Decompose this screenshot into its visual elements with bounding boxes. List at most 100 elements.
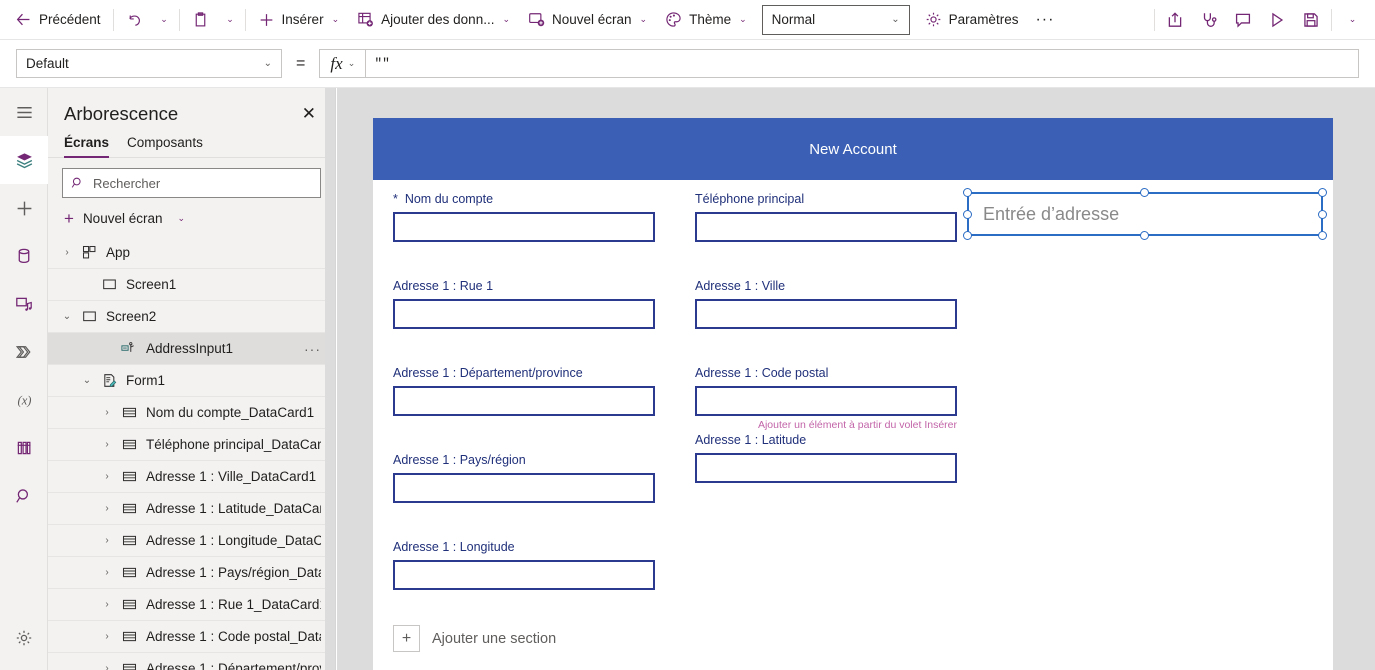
- property-select[interactable]: Default ⌄: [16, 49, 282, 78]
- save-button[interactable]: [1294, 4, 1328, 36]
- panel-right-edge: [325, 88, 335, 670]
- resize-handle-s[interactable]: [1140, 231, 1149, 240]
- paste-button[interactable]: [183, 4, 218, 36]
- tree-item-adresse-1-code-postal-datacard1[interactable]: › Adresse 1 : Code postal_DataCard1: [48, 621, 335, 653]
- chevron-right-icon[interactable]: ›: [96, 631, 118, 642]
- save-dropdown-button[interactable]: ⌄: [1335, 4, 1369, 36]
- chevron-right-icon[interactable]: ›: [96, 503, 118, 514]
- power-automate-icon[interactable]: [0, 328, 48, 376]
- back-button[interactable]: Précédent: [6, 4, 110, 36]
- app-checker-button[interactable]: [1192, 4, 1226, 36]
- chevron-down-icon: ⌄: [502, 14, 510, 24]
- resize-handle-w[interactable]: [963, 210, 972, 219]
- fx-button[interactable]: fx ⌄: [319, 49, 366, 78]
- tab-composants[interactable]: Composants: [127, 135, 203, 157]
- field-input[interactable]: [695, 299, 957, 329]
- insert-button[interactable]: Insérer ⌄: [249, 4, 349, 36]
- resize-handle-se[interactable]: [1318, 231, 1327, 240]
- tree-item-nom-du-compte-datacard1[interactable]: › Nom du compte_DataCard1: [48, 397, 335, 429]
- tree-item-adresse-1-longitude-datacard1[interactable]: › Adresse 1 : Longitude_DataCard1: [48, 525, 335, 557]
- display-mode-select[interactable]: Normal ⌄: [761, 4, 910, 35]
- comments-button[interactable]: [1226, 4, 1260, 36]
- tree-item-adresse-1-pays-r-gion-datacard1[interactable]: › Adresse 1 : Pays/région_DataCard1: [48, 557, 335, 589]
- tree-item-screen1[interactable]: Screen1: [48, 269, 335, 301]
- field-adresse-pays-region[interactable]: Adresse 1 : Pays/région: [393, 453, 655, 503]
- tree-item-adresse-1-rue-1-datacard1[interactable]: › Adresse 1 : Rue 1_DataCard1: [48, 589, 335, 621]
- chevron-right-icon[interactable]: ›: [96, 407, 118, 418]
- chevron-right-icon[interactable]: ›: [96, 535, 118, 546]
- resize-handle-nw[interactable]: [963, 188, 972, 197]
- experimental-tools-icon[interactable]: [0, 424, 48, 472]
- chevron-down-icon: ⌄: [347, 58, 356, 68]
- chevron-right-icon[interactable]: ›: [56, 247, 78, 258]
- tree-item-app[interactable]: › App: [48, 237, 335, 269]
- search-input[interactable]: Rechercher: [62, 168, 321, 198]
- preview-play-button[interactable]: [1260, 4, 1294, 36]
- tree-item-context-menu-button[interactable]: ···: [304, 341, 321, 357]
- insert-icon[interactable]: [0, 184, 48, 232]
- chevron-down-icon[interactable]: ⌄: [76, 375, 98, 386]
- formula-input[interactable]: "": [365, 49, 1359, 78]
- paste-dropdown[interactable]: ⌄: [218, 5, 242, 35]
- settings-button[interactable]: Paramètres: [916, 4, 1028, 36]
- chevron-down-icon[interactable]: ⌄: [56, 311, 78, 322]
- field-nom-du-compte[interactable]: * Nom du compte: [393, 192, 655, 242]
- search-icon[interactable]: [0, 472, 48, 520]
- close-icon[interactable]: ✕: [297, 102, 321, 125]
- tree-view-icon[interactable]: [0, 136, 48, 184]
- tree-item-adresse-1-d-partement-province-d[interactable]: › Adresse 1 : Département/province_D: [48, 653, 335, 670]
- tree-item-label: AddressInput1: [146, 341, 234, 356]
- tree-item-adresse-1-ville-datacard1[interactable]: › Adresse 1 : Ville_DataCard1: [48, 461, 335, 493]
- arrow-left-icon: [15, 11, 32, 28]
- field-input[interactable]: [393, 386, 655, 416]
- chevron-down-icon: ⌄: [331, 14, 340, 24]
- field-input[interactable]: [393, 473, 655, 503]
- new-screen-tree-button[interactable]: + Nouvel écran ⌄: [48, 202, 335, 237]
- field-input[interactable]: [393, 299, 655, 329]
- undo-button[interactable]: [117, 4, 152, 36]
- add-section-button[interactable]: + Ajouter une section: [393, 625, 556, 652]
- theme-button[interactable]: Thème ⌄: [656, 4, 756, 36]
- chevron-right-icon[interactable]: ›: [96, 471, 118, 482]
- field-input[interactable]: [393, 560, 655, 590]
- tree-item-screen2[interactable]: ⌄ Screen2: [48, 301, 335, 333]
- data-icon[interactable]: [0, 232, 48, 280]
- variables-icon[interactable]: (x): [0, 376, 48, 424]
- resize-handle-e[interactable]: [1318, 210, 1327, 219]
- property-select-value: Default: [26, 56, 69, 71]
- tree-item-t-l-phone-principal-datacard1[interactable]: › Téléphone principal_DataCard1: [48, 429, 335, 461]
- new-screen-button[interactable]: Nouvel écran ⌄: [519, 4, 656, 36]
- field-input[interactable]: [695, 212, 957, 242]
- hamburger-menu-icon[interactable]: [0, 88, 48, 136]
- tree-item-form1[interactable]: ⌄ Form1: [48, 365, 335, 397]
- resize-handle-sw[interactable]: [963, 231, 972, 240]
- chevron-right-icon[interactable]: ›: [96, 663, 118, 670]
- field-input[interactable]: [393, 212, 655, 242]
- field-input[interactable]: [695, 453, 957, 483]
- media-icon[interactable]: [0, 280, 48, 328]
- new-screen-label: Nouvel écran: [552, 12, 632, 27]
- field-adresse-rue-1[interactable]: Adresse 1 : Rue 1: [393, 279, 655, 329]
- chevron-right-icon[interactable]: ›: [96, 439, 118, 450]
- settings-gear-icon[interactable]: [0, 614, 48, 662]
- resize-handle-n[interactable]: [1140, 188, 1149, 197]
- chevron-right-icon[interactable]: ›: [96, 567, 118, 578]
- field-telephone-principal[interactable]: Téléphone principal: [695, 192, 957, 242]
- field-adresse-ville[interactable]: Adresse 1 : Ville: [695, 279, 957, 329]
- field-adresse-latitude[interactable]: Adresse 1 : Latitude: [695, 433, 957, 483]
- tree-item-label: App: [106, 245, 131, 260]
- field-input[interactable]: [695, 386, 957, 416]
- share-button[interactable]: [1158, 4, 1192, 36]
- overflow-menu-button[interactable]: ···: [1027, 5, 1062, 35]
- add-data-button[interactable]: Ajouter des donn... ⌄: [348, 4, 519, 36]
- resize-handle-ne[interactable]: [1318, 188, 1327, 197]
- tree-item-adresse-1-latitude-datacard1[interactable]: › Adresse 1 : Latitude_DataCard1: [48, 493, 335, 525]
- field-adresse-code-postal[interactable]: Adresse 1 : Code postal Ajouter un éléme…: [695, 366, 957, 431]
- tab-ecrans[interactable]: Écrans: [64, 135, 110, 158]
- undo-dropdown[interactable]: ⌄: [152, 5, 176, 35]
- field-adresse-departement-province[interactable]: Adresse 1 : Département/province: [393, 366, 655, 416]
- tree-item-addressinput1[interactable]: AddressInput1 ···: [48, 333, 335, 365]
- field-adresse-longitude[interactable]: Adresse 1 : Longitude: [393, 540, 655, 590]
- address-input-control[interactable]: Entrée d’adresse: [963, 188, 1327, 240]
- chevron-right-icon[interactable]: ›: [96, 599, 118, 610]
